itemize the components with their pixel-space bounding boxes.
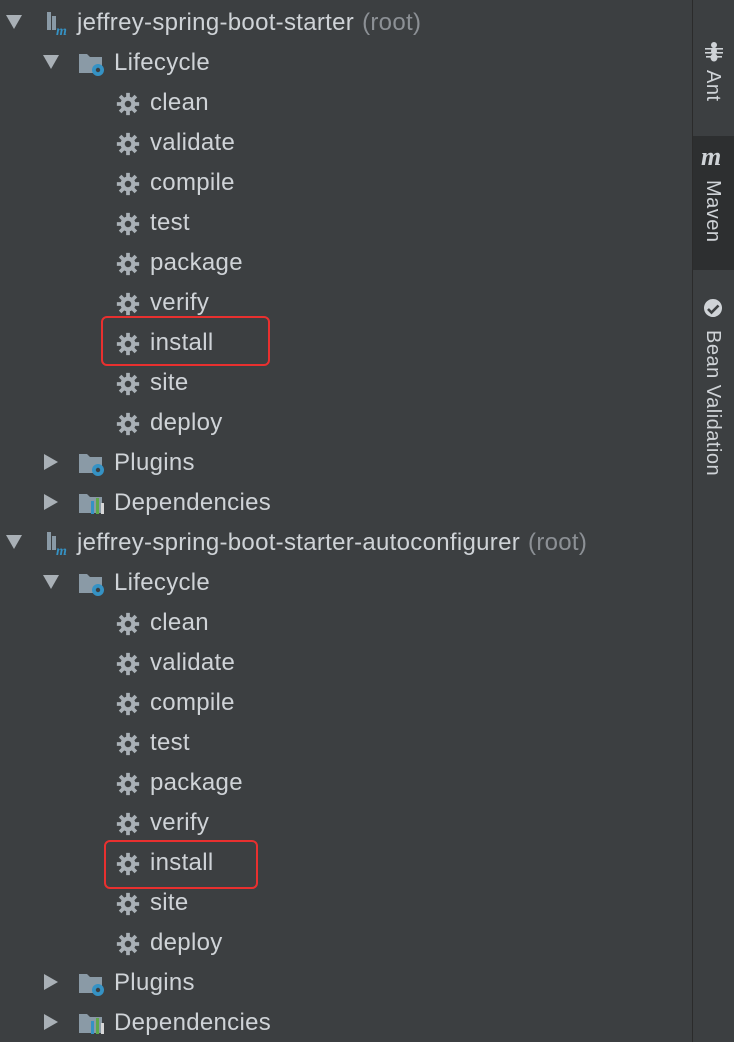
svg-text:m: m [56, 24, 67, 37]
lifecycle-goal-site[interactable]: site [0, 363, 692, 403]
gear-icon [116, 732, 140, 756]
lifecycle-goal-verify[interactable]: verify [0, 803, 692, 843]
goal-label: package [150, 769, 243, 796]
lifecycle-folder-icon [79, 574, 104, 596]
plugins-node[interactable]: Plugins [0, 443, 692, 483]
lifecycle-goal-package[interactable]: package [0, 243, 692, 283]
goal-label: site [150, 889, 189, 916]
expand-arrow-icon[interactable] [44, 974, 58, 990]
expand-arrow-icon[interactable] [44, 1014, 58, 1030]
project-name: jeffrey-spring-boot-starter [77, 9, 355, 36]
dependencies-folder-icon [79, 1014, 104, 1034]
expand-arrow-icon[interactable] [6, 15, 22, 29]
tool-window-sidebar: Ant m Maven Bean Validation [692, 0, 734, 1042]
lifecycle-node[interactable]: Lifecycle [0, 43, 692, 83]
project-root-suffix: (root) [528, 529, 588, 556]
expand-arrow-icon[interactable] [44, 454, 58, 470]
goal-label: validate [150, 649, 236, 676]
lifecycle-goal-compile[interactable]: compile [0, 163, 692, 203]
gear-icon [116, 132, 140, 156]
bean-validation-tool-button[interactable]: Bean Validation [693, 296, 734, 506]
goal-label: deploy [150, 409, 223, 436]
gear-icon [116, 252, 140, 276]
lifecycle-goal-compile[interactable]: compile [0, 683, 692, 723]
gear-icon [116, 292, 140, 316]
expand-arrow-icon[interactable] [43, 55, 59, 69]
goal-label: verify [150, 809, 210, 836]
lifecycle-goal-test[interactable]: test [0, 203, 692, 243]
lifecycle-goal-deploy[interactable]: deploy [0, 923, 692, 963]
plugins-node[interactable]: Plugins [0, 963, 692, 1003]
maven-tool-button[interactable]: m Maven [693, 136, 734, 270]
svg-text:m: m [56, 544, 67, 557]
plugins-label: Plugins [114, 449, 195, 476]
dependencies-folder-icon [79, 494, 104, 514]
lifecycle-goal-site[interactable]: site [0, 883, 692, 923]
goal-label: deploy [150, 929, 223, 956]
gear-icon [116, 692, 140, 716]
goal-label: compile [150, 689, 235, 716]
project-node[interactable]: m jeffrey-spring-boot-starter (root) [0, 3, 692, 43]
plugins-label: Plugins [114, 969, 195, 996]
lifecycle-goal-deploy[interactable]: deploy [0, 403, 692, 443]
dependencies-label: Dependencies [114, 489, 272, 516]
gear-icon [116, 652, 140, 676]
gear-icon [116, 212, 140, 236]
gear-icon [116, 172, 140, 196]
lifecycle-label: Lifecycle [114, 49, 211, 76]
plugins-folder-icon [79, 974, 104, 996]
gear-icon [116, 932, 140, 956]
gear-icon [116, 772, 140, 796]
maven-icon: m [701, 142, 722, 171]
lifecycle-goal-clean[interactable]: clean [0, 603, 692, 643]
project-name: jeffrey-spring-boot-starter-autoconfigur… [77, 529, 521, 556]
goal-label: site [150, 369, 189, 396]
gear-icon [116, 92, 140, 116]
bean-validation-icon [704, 299, 723, 317]
maven-project-tree: m jeffrey-spring-boot-starter (root) Life… [0, 0, 692, 1042]
tool-label: Maven [702, 180, 724, 243]
tool-label: Bean Validation [702, 330, 724, 477]
lifecycle-node[interactable]: Lifecycle [0, 563, 692, 603]
project-root-suffix: (root) [362, 9, 422, 36]
expand-arrow-icon[interactable] [44, 494, 58, 510]
lifecycle-goal-validate[interactable]: validate [0, 123, 692, 163]
ant-icon [705, 42, 723, 62]
lifecycle-goal-validate[interactable]: validate [0, 643, 692, 683]
goal-label: compile [150, 169, 235, 196]
tool-label: Ant [702, 70, 724, 102]
gear-icon [116, 892, 140, 916]
goal-label: test [150, 209, 190, 236]
lifecycle-label: Lifecycle [114, 569, 211, 596]
gear-icon [116, 412, 140, 436]
gear-icon [116, 612, 140, 636]
expand-arrow-icon[interactable] [43, 575, 59, 589]
install-highlight-box [101, 316, 270, 366]
dependencies-node[interactable]: Dependencies [0, 483, 692, 523]
goal-label: validate [150, 129, 236, 156]
goal-label: clean [150, 609, 209, 636]
goal-label: clean [150, 89, 209, 116]
plugins-folder-icon [79, 454, 104, 476]
goal-label: package [150, 249, 243, 276]
lifecycle-goal-test[interactable]: test [0, 723, 692, 763]
expand-arrow-icon[interactable] [6, 535, 22, 549]
maven-module-icon: m [47, 12, 67, 37]
lifecycle-goal-package[interactable]: package [0, 763, 692, 803]
gear-icon [116, 812, 140, 836]
lifecycle-goal-clean[interactable]: clean [0, 83, 692, 123]
dependencies-node[interactable]: Dependencies [0, 1003, 692, 1042]
ant-tool-button[interactable]: Ant [693, 36, 734, 126]
install-highlight-box [104, 840, 258, 889]
maven-module-icon: m [47, 532, 67, 557]
goal-label: test [150, 729, 190, 756]
goal-label: verify [150, 289, 210, 316]
project-node[interactable]: m jeffrey-spring-boot-starter-autoconfig… [0, 523, 692, 563]
lifecycle-folder-icon [79, 54, 104, 76]
dependencies-label: Dependencies [114, 1009, 272, 1036]
gear-icon [116, 372, 140, 396]
